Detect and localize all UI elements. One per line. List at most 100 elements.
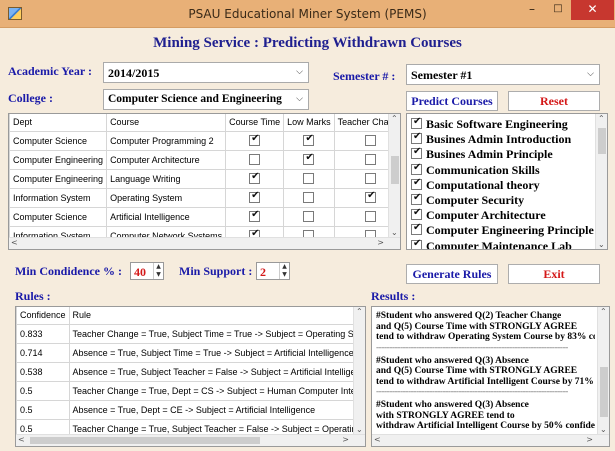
course-item[interactable]: Computer Security bbox=[411, 192, 524, 209]
maximize-button[interactable]: □ bbox=[545, 0, 571, 20]
course-time-checkbox[interactable] bbox=[249, 209, 261, 223]
table-row[interactable]: Computer Science Computer Programming 2 bbox=[9, 130, 400, 151]
column-header-rule[interactable]: Rule bbox=[68, 307, 357, 325]
course-item[interactable]: Computer Architecture bbox=[411, 207, 546, 224]
course-checkbox[interactable] bbox=[411, 207, 422, 221]
title-bar[interactable]: PSAU Educational Miner System (PEMS) – □… bbox=[0, 0, 615, 28]
students-grid[interactable]: Dept Course Course Time Low Marks Teache… bbox=[8, 113, 401, 250]
table-row[interactable]: 0.5 Absence = True, Dept = CE -> Subject … bbox=[16, 399, 357, 420]
low-marks-checkbox[interactable] bbox=[303, 249, 314, 250]
table-row[interactable]: 0.833 Teacher Change = True, Subject Time… bbox=[16, 323, 357, 344]
column-header-dept[interactable]: Dept bbox=[9, 114, 108, 132]
scroll-right-icon[interactable]: > bbox=[586, 435, 593, 444]
column-header-course[interactable]: Course bbox=[106, 114, 227, 132]
scroll-left-icon[interactable]: < bbox=[18, 435, 25, 444]
minimize-button[interactable]: – bbox=[519, 0, 545, 20]
scroll-thumb[interactable] bbox=[598, 128, 606, 154]
low-marks-checkbox[interactable] bbox=[303, 192, 315, 204]
course-time-checkbox[interactable] bbox=[251, 247, 259, 249]
course-checkbox[interactable] bbox=[411, 146, 422, 160]
teacher-change-checkbox[interactable] bbox=[365, 249, 376, 250]
scroll-right-icon[interactable]: > bbox=[342, 435, 349, 444]
table-row[interactable]: Computer Engineering Language Writing bbox=[9, 168, 400, 189]
course-checkbox[interactable] bbox=[411, 238, 422, 249]
close-button[interactable]: ✕ bbox=[571, 0, 614, 20]
course-item[interactable]: Busines Admin Principle bbox=[411, 146, 553, 163]
scroll-down-icon[interactable]: ⌄ bbox=[356, 425, 363, 434]
exit-button[interactable]: Exit bbox=[508, 264, 600, 284]
course-checkbox[interactable] bbox=[411, 131, 422, 145]
rules-horizontal-scrollbar[interactable]: < > bbox=[16, 434, 365, 446]
course-time-cell bbox=[225, 130, 285, 151]
course-item[interactable]: Computer Maintenance Lab bbox=[411, 238, 572, 249]
scroll-down-icon[interactable]: ⌄ bbox=[598, 240, 605, 249]
semester-select[interactable]: Semester #1 ⌵ bbox=[406, 64, 600, 85]
min-support-spinner[interactable]: 2 ▲ ▼ bbox=[256, 262, 290, 280]
teacher-change-checkbox[interactable] bbox=[365, 154, 377, 166]
course-checkbox[interactable] bbox=[411, 192, 422, 205]
college-value: Computer Science and Engineering bbox=[108, 93, 282, 105]
teacher-change-checkbox[interactable] bbox=[365, 190, 377, 204]
teacher-change-checkbox[interactable] bbox=[365, 211, 377, 223]
table-row[interactable]: Computer Science Artificial Intelligence bbox=[9, 206, 400, 227]
scroll-up-icon[interactable]: ⌃ bbox=[391, 114, 398, 123]
confidence-cell: 0.714 bbox=[16, 342, 70, 363]
scroll-up-icon[interactable]: ⌃ bbox=[598, 114, 605, 123]
generate-rules-button[interactable]: Generate Rules bbox=[406, 264, 498, 284]
rules-vertical-scrollbar[interactable]: ⌃ ⌄ bbox=[353, 307, 365, 434]
course-item[interactable]: Busines Admin Introduction bbox=[411, 131, 571, 148]
courses-vertical-scrollbar[interactable]: ⌃ ⌄ bbox=[595, 114, 607, 249]
course-checkbox[interactable] bbox=[411, 222, 422, 236]
spinner-arrows-icon[interactable]: ▲ ▼ bbox=[279, 263, 289, 279]
course-checkbox[interactable] bbox=[411, 116, 422, 129]
low-marks-checkbox[interactable] bbox=[303, 133, 315, 147]
course-checkbox[interactable] bbox=[411, 177, 422, 190]
students-vertical-scrollbar[interactable]: ⌃ ⌄ bbox=[388, 114, 400, 237]
course-item[interactable]: Communication Skills bbox=[411, 162, 540, 179]
students-horizontal-scrollbar[interactable]: < > bbox=[9, 237, 400, 249]
scroll-thumb[interactable] bbox=[391, 156, 399, 184]
column-header-course-time[interactable]: Course Time bbox=[225, 114, 285, 132]
results-vertical-scrollbar[interactable]: ⌃ ⌄ bbox=[597, 307, 609, 434]
teacher-change-checkbox[interactable] bbox=[365, 173, 377, 185]
course-item[interactable]: Computational theory bbox=[411, 177, 540, 194]
column-header-confidence[interactable]: Confidence bbox=[16, 307, 70, 325]
course-item[interactable]: Computer Engineering Principle bbox=[411, 222, 594, 239]
results-box[interactable]: #Student who answered Q(2) Teacher Chang… bbox=[371, 306, 610, 447]
min-confidence-label: Min Condidence % : bbox=[15, 264, 123, 278]
table-row[interactable]: 0.714 Absence = True, Subject Time = True… bbox=[16, 342, 357, 363]
course-time-checkbox[interactable] bbox=[249, 171, 261, 185]
scroll-up-icon[interactable]: ⌃ bbox=[600, 307, 607, 316]
scroll-thumb[interactable] bbox=[30, 437, 260, 444]
table-row[interactable]: Computer Engineering Computer Architectur… bbox=[9, 149, 400, 170]
column-header-low-marks[interactable]: Low Marks bbox=[283, 114, 335, 132]
spinner-arrows-icon[interactable]: ▲ ▼ bbox=[153, 263, 163, 279]
course-time-checkbox[interactable] bbox=[249, 133, 261, 147]
scroll-left-icon[interactable]: < bbox=[374, 435, 381, 444]
low-marks-checkbox[interactable] bbox=[303, 211, 315, 223]
table-row[interactable]: 0.538 Absence = True, Subject Teacher = F… bbox=[16, 361, 357, 382]
teacher-change-checkbox[interactable] bbox=[365, 135, 377, 147]
course-checklist[interactable]: Basic Software EngineeringBusines Admin … bbox=[406, 113, 608, 250]
scroll-down-icon[interactable]: ⌄ bbox=[391, 228, 398, 237]
course-time-checkbox[interactable] bbox=[249, 154, 261, 166]
predict-courses-button[interactable]: Predict Courses bbox=[406, 91, 498, 111]
academic-year-select[interactable]: 2014/2015 ⌵ bbox=[103, 62, 309, 83]
scroll-left-icon[interactable]: < bbox=[11, 238, 18, 247]
scroll-thumb[interactable] bbox=[600, 367, 608, 417]
min-confidence-spinner[interactable]: 40 ▲ ▼ bbox=[130, 262, 164, 280]
scroll-right-icon[interactable]: > bbox=[377, 238, 384, 247]
reset-button[interactable]: Reset bbox=[508, 91, 600, 111]
table-row[interactable]: Information System Operating System bbox=[9, 187, 400, 208]
results-horizontal-scrollbar[interactable]: < > bbox=[372, 434, 609, 446]
low-marks-checkbox[interactable] bbox=[303, 173, 315, 185]
course-item[interactable]: Basic Software Engineering bbox=[411, 116, 568, 133]
scroll-up-icon[interactable]: ⌃ bbox=[356, 307, 363, 316]
low-marks-checkbox[interactable] bbox=[303, 152, 315, 166]
course-time-checkbox[interactable] bbox=[249, 190, 261, 204]
scroll-down-icon[interactable]: ⌄ bbox=[600, 425, 607, 434]
table-row[interactable]: 0.5 Teacher Change = True, Dept = CS -> S… bbox=[16, 380, 357, 401]
college-select[interactable]: Computer Science and Engineering ⌵ bbox=[103, 89, 309, 110]
course-checkbox[interactable] bbox=[411, 162, 422, 175]
rules-grid[interactable]: Confidence Rule 0.833 Teacher Change = Tr… bbox=[15, 306, 366, 447]
